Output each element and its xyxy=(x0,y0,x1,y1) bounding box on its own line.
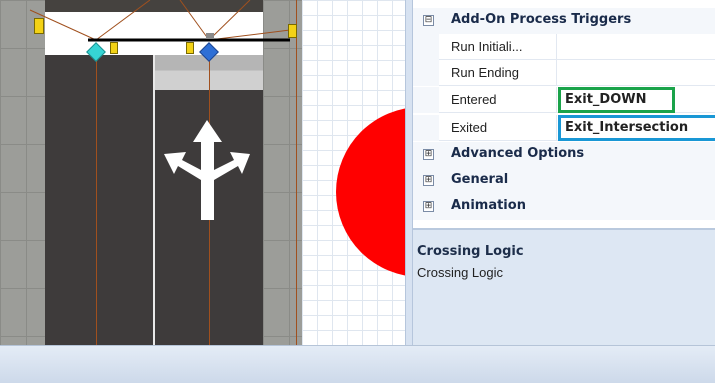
description-title: Crossing Logic xyxy=(417,244,524,259)
row-margin xyxy=(413,34,439,60)
facility-view[interactable] xyxy=(0,0,405,345)
expand-icon[interactable]: ⊞ xyxy=(423,149,434,160)
property-row-run-initialized[interactable]: Run Initiali... xyxy=(413,34,715,60)
category-label: Add-On Process Triggers xyxy=(451,12,632,27)
expand-icon[interactable]: ⊞ xyxy=(423,201,434,212)
collapse-icon[interactable]: ⊟ xyxy=(423,15,434,26)
yellow-tag-icon[interactable] xyxy=(186,42,194,54)
panel-splitter[interactable] xyxy=(405,0,413,345)
property-row-run-ending[interactable]: Run Ending xyxy=(413,60,715,86)
property-grid: ⊟ Add-On Process Triggers Run Initiali..… xyxy=(413,0,715,228)
category-add-on-process-triggers[interactable]: ⊟ Add-On Process Triggers xyxy=(413,8,715,34)
property-name: Run Ending xyxy=(439,60,557,85)
category-label: Advanced Options xyxy=(451,146,585,161)
property-name: Run Initiali... xyxy=(439,34,557,59)
row-margin xyxy=(413,115,439,141)
yellow-tag-icon[interactable] xyxy=(288,24,297,38)
node-connector xyxy=(206,33,214,39)
yellow-tag-icon[interactable] xyxy=(34,18,44,34)
highlight-box-entered xyxy=(558,87,675,113)
property-name: Entered xyxy=(439,87,557,112)
category-label: General xyxy=(451,172,509,187)
property-value[interactable] xyxy=(557,60,715,85)
property-description-pane: Crossing Logic Crossing Logic xyxy=(413,228,715,345)
status-bar xyxy=(0,345,715,383)
yellow-tag-icon[interactable] xyxy=(110,42,118,54)
category-general[interactable]: ⊞ General xyxy=(413,168,715,194)
row-margin xyxy=(413,60,439,86)
category-animation[interactable]: ⊞ Animation xyxy=(413,194,715,220)
highlight-box-exited xyxy=(558,115,715,141)
property-name: Exited xyxy=(439,115,557,140)
straight-left-right-arrow-icon xyxy=(164,120,250,220)
row-margin xyxy=(413,87,439,113)
property-value[interactable] xyxy=(557,34,715,59)
description-text: Crossing Logic xyxy=(417,265,503,280)
category-advanced-options[interactable]: ⊞ Advanced Options xyxy=(413,142,715,168)
category-label: Animation xyxy=(451,198,526,213)
expand-icon[interactable]: ⊞ xyxy=(423,175,434,186)
